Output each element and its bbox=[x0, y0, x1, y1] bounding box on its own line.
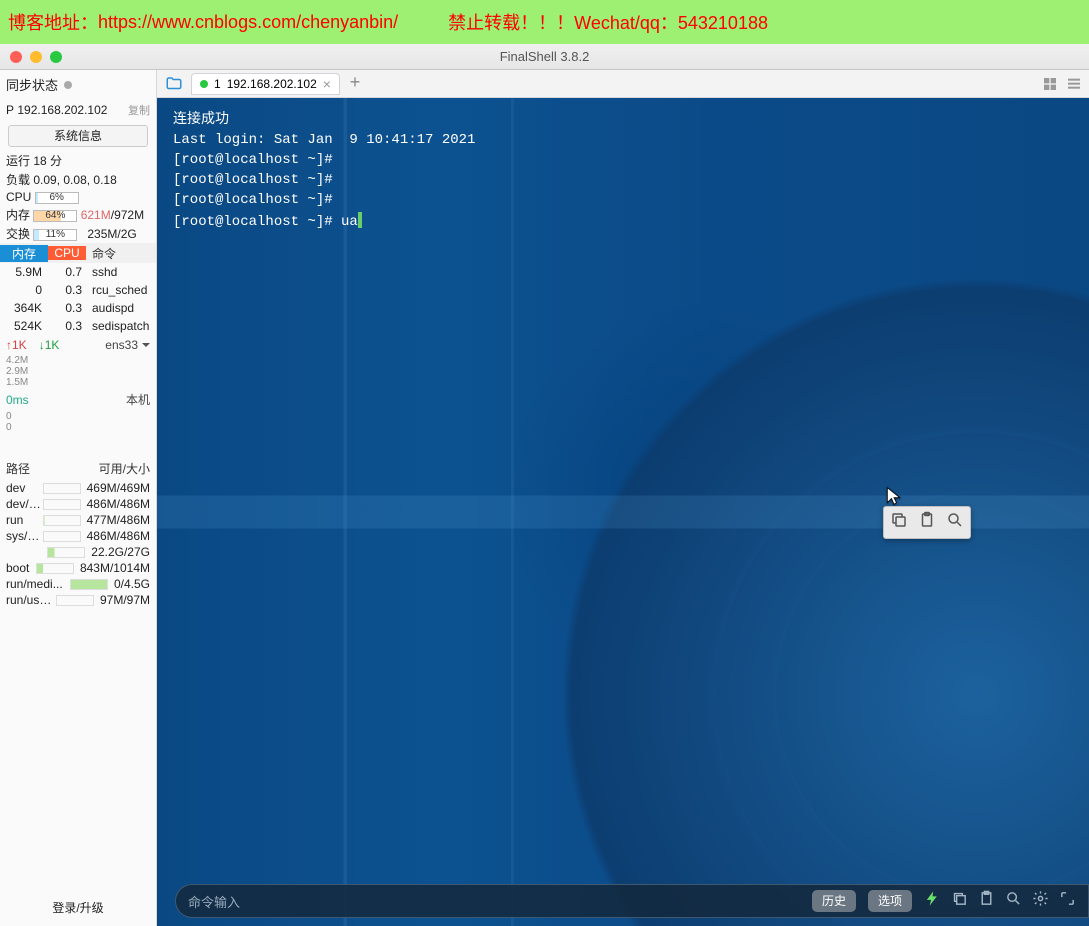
gear-icon[interactable] bbox=[1032, 890, 1049, 912]
process-table-header: 内存 CPU 命令 bbox=[0, 243, 156, 263]
latency-host-select[interactable]: 本机 bbox=[126, 391, 150, 408]
floating-toolbar bbox=[883, 506, 971, 539]
system-info-button[interactable]: 系统信息 bbox=[8, 125, 148, 147]
table-row[interactable]: 5.9M0.7sshd bbox=[0, 263, 156, 281]
list-view-icon[interactable] bbox=[1065, 76, 1083, 92]
chevron-down-icon bbox=[142, 343, 150, 351]
folder-icon[interactable] bbox=[163, 75, 185, 93]
window-controls bbox=[10, 51, 62, 63]
contact-text: Wechat/qq：543210188 bbox=[574, 9, 768, 35]
load-row: 负载 0.09, 0.08, 0.18 bbox=[0, 170, 156, 189]
login-upgrade-link[interactable]: 登录/升级 bbox=[0, 893, 156, 926]
tab-index: 1 bbox=[214, 77, 221, 91]
command-bar: 命令输入 历史 选项 bbox=[175, 884, 1089, 918]
lat-graph: 0 0 bbox=[0, 411, 156, 433]
grid-view-icon[interactable] bbox=[1041, 76, 1059, 92]
net-graph: 4.2M 2.9M 1.5M bbox=[0, 355, 156, 388]
add-tab-button[interactable]: + bbox=[346, 75, 364, 93]
window-title: FinalShell 3.8.2 bbox=[500, 49, 590, 64]
option-button[interactable]: 选项 bbox=[868, 890, 912, 912]
paste-icon[interactable] bbox=[918, 511, 936, 534]
blog-label: 博客地址： bbox=[8, 9, 98, 35]
disk-row[interactable]: run/medi...0/4.5G bbox=[0, 576, 156, 592]
swap-row: 交换 11% 235M/2G bbox=[0, 224, 156, 243]
mouse-cursor-icon bbox=[885, 486, 903, 506]
terminal-output: 连接成功 Last login: Sat Jan 9 10:41:17 2021… bbox=[173, 110, 475, 232]
warn-text: 禁止转载！！！ bbox=[448, 9, 574, 35]
maximize-icon[interactable] bbox=[50, 51, 62, 63]
paste-icon[interactable] bbox=[978, 890, 995, 912]
terminal[interactable]: 连接成功 Last login: Sat Jan 9 10:41:17 2021… bbox=[157, 98, 1089, 926]
disk-row[interactable]: run/user/097M/97M bbox=[0, 592, 156, 608]
cpu-row: CPU 6% bbox=[0, 189, 156, 205]
ip-row: P 192.168.202.102 复制 bbox=[0, 99, 156, 121]
tab-connection[interactable]: 1 192.168.202.102 × bbox=[191, 73, 340, 95]
disk-row[interactable]: boot843M/1014M bbox=[0, 560, 156, 576]
search-icon[interactable] bbox=[946, 511, 964, 534]
bolt-icon[interactable] bbox=[924, 890, 941, 912]
disk-row[interactable]: 22.2G/27G bbox=[0, 544, 156, 560]
window-titlebar: FinalShell 3.8.2 bbox=[0, 44, 1089, 70]
copy-icon[interactable] bbox=[951, 890, 968, 912]
table-row[interactable]: 00.3rcu_sched bbox=[0, 281, 156, 299]
disk-row[interactable]: dev/shm486M/486M bbox=[0, 496, 156, 512]
col-cmd[interactable]: 命令 bbox=[86, 245, 156, 262]
latency-value: 0ms bbox=[6, 393, 29, 407]
search-icon[interactable] bbox=[1005, 890, 1022, 912]
col-mem[interactable]: 内存 bbox=[0, 245, 48, 262]
col-cpu[interactable]: CPU bbox=[48, 246, 86, 260]
copy-icon[interactable] bbox=[890, 511, 908, 534]
blog-url: https://www.cnblogs.com/chenyanbin/ bbox=[98, 12, 398, 33]
upload-rate: ↑1K bbox=[6, 338, 27, 352]
tab-bar: 1 192.168.202.102 × + bbox=[157, 70, 1089, 98]
mem-row: 内存 64% 621M/972M bbox=[0, 205, 156, 224]
command-input[interactable]: 命令输入 bbox=[188, 892, 800, 911]
watermark-banner: 博客地址： https://www.cnblogs.com/chenyanbin… bbox=[0, 0, 1089, 44]
download-rate: ↓1K bbox=[39, 338, 60, 352]
disk-row[interactable]: sys/fs/cg...486M/486M bbox=[0, 528, 156, 544]
table-row[interactable]: 364K0.3audispd bbox=[0, 299, 156, 317]
status-led-icon bbox=[200, 80, 208, 88]
status-dot-icon bbox=[64, 81, 72, 89]
interface-select[interactable]: ens33 bbox=[105, 338, 150, 352]
sidebar: 同步状态 P 192.168.202.102 复制 系统信息 运行 18 分 负… bbox=[0, 70, 157, 926]
copy-button[interactable]: 复制 bbox=[128, 102, 150, 118]
uptime-row: 运行 18 分 bbox=[0, 151, 156, 170]
tab-host: 192.168.202.102 bbox=[227, 77, 317, 91]
disk-table-header: 路径可用/大小 bbox=[0, 457, 156, 480]
history-button[interactable]: 历史 bbox=[812, 890, 856, 912]
minimize-icon[interactable] bbox=[30, 51, 42, 63]
network-row[interactable]: ↑1K ↓1K ens33 bbox=[0, 335, 156, 355]
ip-value: 192.168.202.102 bbox=[17, 103, 107, 117]
close-icon[interactable] bbox=[10, 51, 22, 63]
table-row[interactable]: 524K0.3sedispatch bbox=[0, 317, 156, 335]
disk-row[interactable]: run477M/486M bbox=[0, 512, 156, 528]
close-tab-icon[interactable]: × bbox=[323, 77, 331, 91]
expand-icon[interactable] bbox=[1059, 890, 1076, 912]
latency-row[interactable]: 0ms 本机 bbox=[0, 388, 156, 411]
disk-row[interactable]: dev469M/469M bbox=[0, 480, 156, 496]
sync-status: 同步状态 bbox=[0, 70, 156, 99]
